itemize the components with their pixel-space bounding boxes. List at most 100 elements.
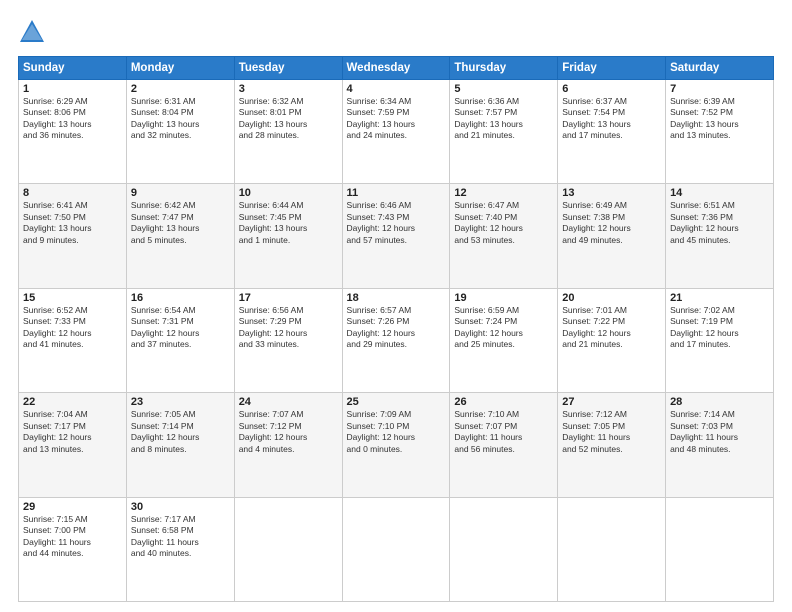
calendar-cell: 13Sunrise: 6:49 AMSunset: 7:38 PMDayligh… bbox=[558, 184, 666, 288]
day-number: 9 bbox=[131, 187, 230, 199]
calendar-cell: 19Sunrise: 6:59 AMSunset: 7:24 PMDayligh… bbox=[450, 288, 558, 392]
calendar-cell: 24Sunrise: 7:07 AMSunset: 7:12 PMDayligh… bbox=[234, 393, 342, 497]
day-number: 23 bbox=[131, 396, 230, 408]
day-number: 28 bbox=[670, 396, 769, 408]
logo bbox=[18, 18, 50, 46]
day-number: 2 bbox=[131, 83, 230, 95]
day-info: Sunrise: 6:57 AMSunset: 7:26 PMDaylight:… bbox=[347, 305, 446, 351]
calendar-cell: 8Sunrise: 6:41 AMSunset: 7:50 PMDaylight… bbox=[19, 184, 127, 288]
day-number: 21 bbox=[670, 292, 769, 304]
calendar-cell: 2Sunrise: 6:31 AMSunset: 8:04 PMDaylight… bbox=[126, 80, 234, 184]
day-info: Sunrise: 7:14 AMSunset: 7:03 PMDaylight:… bbox=[670, 409, 769, 455]
calendar-cell: 25Sunrise: 7:09 AMSunset: 7:10 PMDayligh… bbox=[342, 393, 450, 497]
day-number: 18 bbox=[347, 292, 446, 304]
day-info: Sunrise: 7:10 AMSunset: 7:07 PMDaylight:… bbox=[454, 409, 553, 455]
calendar-cell: 9Sunrise: 6:42 AMSunset: 7:47 PMDaylight… bbox=[126, 184, 234, 288]
day-info: Sunrise: 6:42 AMSunset: 7:47 PMDaylight:… bbox=[131, 200, 230, 246]
day-info: Sunrise: 6:46 AMSunset: 7:43 PMDaylight:… bbox=[347, 200, 446, 246]
calendar-cell bbox=[450, 497, 558, 601]
calendar-cell: 3Sunrise: 6:32 AMSunset: 8:01 PMDaylight… bbox=[234, 80, 342, 184]
col-header-tuesday: Tuesday bbox=[234, 57, 342, 80]
calendar-cell: 17Sunrise: 6:56 AMSunset: 7:29 PMDayligh… bbox=[234, 288, 342, 392]
col-header-thursday: Thursday bbox=[450, 57, 558, 80]
day-info: Sunrise: 6:36 AMSunset: 7:57 PMDaylight:… bbox=[454, 96, 553, 142]
calendar-cell: 28Sunrise: 7:14 AMSunset: 7:03 PMDayligh… bbox=[666, 393, 774, 497]
calendar-cell: 5Sunrise: 6:36 AMSunset: 7:57 PMDaylight… bbox=[450, 80, 558, 184]
day-info: Sunrise: 6:29 AMSunset: 8:06 PMDaylight:… bbox=[23, 96, 122, 142]
col-header-saturday: Saturday bbox=[666, 57, 774, 80]
day-number: 19 bbox=[454, 292, 553, 304]
day-number: 16 bbox=[131, 292, 230, 304]
calendar-cell: 11Sunrise: 6:46 AMSunset: 7:43 PMDayligh… bbox=[342, 184, 450, 288]
day-info: Sunrise: 6:34 AMSunset: 7:59 PMDaylight:… bbox=[347, 96, 446, 142]
day-info: Sunrise: 6:37 AMSunset: 7:54 PMDaylight:… bbox=[562, 96, 661, 142]
day-number: 3 bbox=[239, 83, 338, 95]
day-info: Sunrise: 6:59 AMSunset: 7:24 PMDaylight:… bbox=[454, 305, 553, 351]
day-number: 15 bbox=[23, 292, 122, 304]
calendar-cell: 27Sunrise: 7:12 AMSunset: 7:05 PMDayligh… bbox=[558, 393, 666, 497]
calendar-cell: 16Sunrise: 6:54 AMSunset: 7:31 PMDayligh… bbox=[126, 288, 234, 392]
calendar-cell: 14Sunrise: 6:51 AMSunset: 7:36 PMDayligh… bbox=[666, 184, 774, 288]
page-header bbox=[18, 18, 774, 46]
calendar-cell: 29Sunrise: 7:15 AMSunset: 7:00 PMDayligh… bbox=[19, 497, 127, 601]
calendar-cell bbox=[234, 497, 342, 601]
day-number: 4 bbox=[347, 83, 446, 95]
day-info: Sunrise: 6:56 AMSunset: 7:29 PMDaylight:… bbox=[239, 305, 338, 351]
day-info: Sunrise: 6:52 AMSunset: 7:33 PMDaylight:… bbox=[23, 305, 122, 351]
day-info: Sunrise: 7:01 AMSunset: 7:22 PMDaylight:… bbox=[562, 305, 661, 351]
day-number: 11 bbox=[347, 187, 446, 199]
day-info: Sunrise: 7:12 AMSunset: 7:05 PMDaylight:… bbox=[562, 409, 661, 455]
col-header-sunday: Sunday bbox=[19, 57, 127, 80]
day-number: 17 bbox=[239, 292, 338, 304]
day-info: Sunrise: 6:51 AMSunset: 7:36 PMDaylight:… bbox=[670, 200, 769, 246]
day-info: Sunrise: 6:54 AMSunset: 7:31 PMDaylight:… bbox=[131, 305, 230, 351]
day-info: Sunrise: 6:31 AMSunset: 8:04 PMDaylight:… bbox=[131, 96, 230, 142]
calendar-cell: 30Sunrise: 7:17 AMSunset: 6:58 PMDayligh… bbox=[126, 497, 234, 601]
calendar-cell: 1Sunrise: 6:29 AMSunset: 8:06 PMDaylight… bbox=[19, 80, 127, 184]
col-header-friday: Friday bbox=[558, 57, 666, 80]
calendar-cell: 6Sunrise: 6:37 AMSunset: 7:54 PMDaylight… bbox=[558, 80, 666, 184]
day-number: 12 bbox=[454, 187, 553, 199]
day-info: Sunrise: 7:17 AMSunset: 6:58 PMDaylight:… bbox=[131, 514, 230, 560]
day-info: Sunrise: 7:02 AMSunset: 7:19 PMDaylight:… bbox=[670, 305, 769, 351]
day-info: Sunrise: 7:07 AMSunset: 7:12 PMDaylight:… bbox=[239, 409, 338, 455]
day-number: 1 bbox=[23, 83, 122, 95]
calendar-cell: 18Sunrise: 6:57 AMSunset: 7:26 PMDayligh… bbox=[342, 288, 450, 392]
day-info: Sunrise: 6:39 AMSunset: 7:52 PMDaylight:… bbox=[670, 96, 769, 142]
day-number: 14 bbox=[670, 187, 769, 199]
calendar-cell: 15Sunrise: 6:52 AMSunset: 7:33 PMDayligh… bbox=[19, 288, 127, 392]
day-info: Sunrise: 7:09 AMSunset: 7:10 PMDaylight:… bbox=[347, 409, 446, 455]
calendar-cell: 21Sunrise: 7:02 AMSunset: 7:19 PMDayligh… bbox=[666, 288, 774, 392]
day-info: Sunrise: 7:05 AMSunset: 7:14 PMDaylight:… bbox=[131, 409, 230, 455]
col-header-monday: Monday bbox=[126, 57, 234, 80]
day-info: Sunrise: 6:41 AMSunset: 7:50 PMDaylight:… bbox=[23, 200, 122, 246]
calendar-cell: 20Sunrise: 7:01 AMSunset: 7:22 PMDayligh… bbox=[558, 288, 666, 392]
calendar-cell bbox=[342, 497, 450, 601]
day-number: 10 bbox=[239, 187, 338, 199]
day-info: Sunrise: 7:04 AMSunset: 7:17 PMDaylight:… bbox=[23, 409, 122, 455]
day-info: Sunrise: 6:44 AMSunset: 7:45 PMDaylight:… bbox=[239, 200, 338, 246]
day-number: 6 bbox=[562, 83, 661, 95]
calendar-cell: 4Sunrise: 6:34 AMSunset: 7:59 PMDaylight… bbox=[342, 80, 450, 184]
day-number: 26 bbox=[454, 396, 553, 408]
day-info: Sunrise: 7:15 AMSunset: 7:00 PMDaylight:… bbox=[23, 514, 122, 560]
calendar-cell: 23Sunrise: 7:05 AMSunset: 7:14 PMDayligh… bbox=[126, 393, 234, 497]
calendar-cell bbox=[558, 497, 666, 601]
logo-icon bbox=[18, 18, 46, 46]
calendar-cell: 26Sunrise: 7:10 AMSunset: 7:07 PMDayligh… bbox=[450, 393, 558, 497]
day-number: 20 bbox=[562, 292, 661, 304]
calendar-cell: 10Sunrise: 6:44 AMSunset: 7:45 PMDayligh… bbox=[234, 184, 342, 288]
calendar-cell bbox=[666, 497, 774, 601]
col-header-wednesday: Wednesday bbox=[342, 57, 450, 80]
day-info: Sunrise: 6:32 AMSunset: 8:01 PMDaylight:… bbox=[239, 96, 338, 142]
day-info: Sunrise: 6:47 AMSunset: 7:40 PMDaylight:… bbox=[454, 200, 553, 246]
calendar-cell: 12Sunrise: 6:47 AMSunset: 7:40 PMDayligh… bbox=[450, 184, 558, 288]
day-number: 30 bbox=[131, 501, 230, 513]
day-number: 24 bbox=[239, 396, 338, 408]
day-info: Sunrise: 6:49 AMSunset: 7:38 PMDaylight:… bbox=[562, 200, 661, 246]
day-number: 13 bbox=[562, 187, 661, 199]
day-number: 27 bbox=[562, 396, 661, 408]
day-number: 5 bbox=[454, 83, 553, 95]
day-number: 8 bbox=[23, 187, 122, 199]
day-number: 29 bbox=[23, 501, 122, 513]
